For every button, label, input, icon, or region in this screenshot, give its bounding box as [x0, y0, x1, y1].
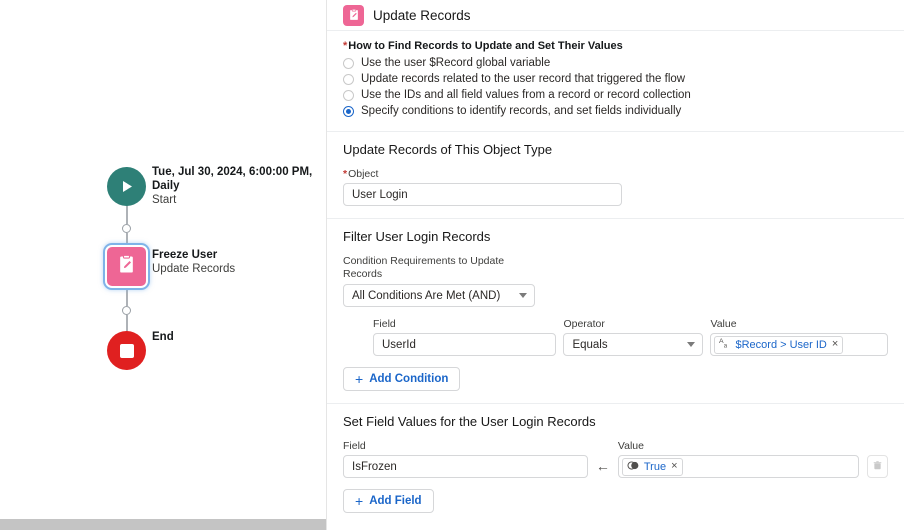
text-type-icon: A a: [719, 337, 731, 352]
required-indicator: *: [343, 40, 348, 52]
radio-option-label: Specify conditions to identify records, …: [361, 105, 682, 117]
object-field-label: *Object: [343, 168, 888, 180]
condition-value-pill[interactable]: A a $Record > User ID ×: [714, 335, 844, 354]
panel-header: Update Records: [327, 0, 904, 31]
radio-option-ids-and-field-values[interactable]: Use the IDs and all field values from a …: [343, 87, 888, 103]
plus-icon: +: [355, 371, 364, 387]
filter-records-section: Filter User Login Records Condition Requ…: [327, 219, 904, 404]
svg-text:a: a: [724, 343, 728, 349]
condition-operator-label: Operator: [563, 318, 605, 330]
condition-row: Field UserId Operator Equals Value A a $…: [343, 318, 888, 356]
set-field-value: IsFrozen: [352, 460, 397, 473]
condition-value-label: Value: [710, 318, 737, 330]
how-to-find-records-section: *How to Find Records to Update and Set T…: [327, 31, 904, 132]
set-field-input[interactable]: IsFrozen: [343, 455, 588, 478]
flow-node-start-label: Tue, Jul 30, 2024, 6:00:00 PM, Daily Sta…: [152, 165, 317, 207]
start-node-subtitle: Start: [152, 194, 177, 206]
flow-node-start[interactable]: [107, 167, 146, 206]
object-input-value: User Login: [352, 188, 408, 201]
boolean-type-icon: [627, 460, 640, 474]
play-icon: [118, 178, 135, 195]
radio-icon: [343, 73, 354, 85]
radio-icon: [343, 57, 354, 69]
update-records-icon: [115, 253, 138, 281]
radio-option-specify-conditions[interactable]: Specify conditions to identify records, …: [343, 103, 888, 119]
radio-icon-selected: [343, 105, 354, 117]
panel-title: Update Records: [373, 7, 471, 23]
set-field-column: Field IsFrozen: [343, 440, 588, 478]
condition-requirements-select[interactable]: All Conditions Are Met (AND): [343, 284, 535, 307]
condition-field-value: UserId: [382, 338, 416, 351]
update-node-subtitle: Update Records: [152, 263, 236, 275]
update-node-title: Freeze User: [152, 249, 218, 261]
flow-node-update-records-label: Freeze User Update Records: [152, 248, 312, 276]
set-field-label: Field: [343, 440, 366, 452]
object-field-label-text: Object: [348, 168, 379, 180]
connector-add-node-button-1[interactable]: [122, 224, 131, 233]
flow-canvas[interactable]: Tue, Jul 30, 2024, 6:00:00 PM, Daily Sta…: [0, 0, 326, 530]
condition-operator-select[interactable]: Equals: [563, 333, 704, 356]
flow-node-end-label: End: [152, 330, 272, 344]
set-value-pill[interactable]: True ×: [621, 457, 683, 476]
required-indicator: *: [343, 168, 348, 180]
condition-operator-value: Equals: [572, 338, 608, 351]
object-input[interactable]: User Login: [343, 183, 622, 206]
condition-operator-column: Operator Equals: [563, 318, 704, 356]
condition-field-input[interactable]: UserId: [373, 333, 557, 356]
flow-node-end[interactable]: [107, 331, 146, 370]
object-type-section: Update Records of This Object Type *Obje…: [327, 132, 904, 219]
connector-line-segment-1: [126, 233, 128, 245]
radio-option-label: Use the IDs and all field values from a …: [361, 89, 691, 101]
radio-icon: [343, 89, 354, 101]
condition-value-pill-text: $Record > User ID: [735, 338, 827, 351]
condition-value-input[interactable]: A a $Record > User ID ×: [710, 333, 888, 356]
stop-icon: [119, 343, 134, 358]
condition-field-column: Field UserId: [373, 318, 557, 356]
connector-add-node-button-2[interactable]: [122, 306, 131, 315]
set-value-column: Value True ×: [617, 440, 859, 478]
canvas-horizontal-scrollbar[interactable]: [0, 519, 326, 530]
radio-option-label: Use the user $Record global variable: [361, 57, 551, 69]
close-icon[interactable]: ×: [832, 339, 838, 350]
object-section-title: Update Records of This Object Type: [343, 142, 553, 157]
condition-value-column: Value A a $Record > User ID ×: [710, 318, 888, 356]
add-condition-label: Add Condition: [369, 373, 449, 385]
set-field-values-section: Set Field Values for the User Login Reco…: [327, 404, 904, 525]
add-field-label: Add Field: [369, 495, 422, 507]
filter-section-title: Filter User Login Records: [343, 229, 491, 244]
arrow-left-icon: ←: [595, 458, 610, 474]
set-value-label: Value: [617, 440, 644, 452]
chevron-down-icon: [687, 342, 696, 347]
add-condition-button[interactable]: + Add Condition: [343, 367, 461, 391]
radio-option-related-records[interactable]: Update records related to the user recor…: [343, 71, 888, 87]
connector-line-segment-2: [126, 315, 128, 331]
how-to-find-radio-group[interactable]: Use the user $Record global variable Upd…: [343, 55, 888, 119]
how-to-find-legend-text: How to Find Records to Update and Set Th…: [348, 40, 623, 52]
set-field-row: Field IsFrozen ← Value True ×: [343, 440, 888, 478]
close-icon[interactable]: ×: [671, 461, 677, 472]
element-detail-panel: Update Records *How to Find Records to U…: [326, 0, 904, 530]
update-records-icon: [343, 4, 364, 26]
connector-line-update-to-end: [126, 288, 128, 306]
trash-icon: [872, 458, 883, 476]
plus-icon: +: [355, 493, 364, 509]
delete-field-button[interactable]: [867, 455, 888, 478]
chevron-down-icon: [519, 293, 527, 298]
how-to-find-legend: *How to Find Records to Update and Set T…: [343, 40, 888, 52]
connector-line-start-to-update: [126, 206, 128, 224]
add-field-button[interactable]: + Add Field: [343, 489, 434, 513]
end-node-title: End: [152, 331, 174, 343]
radio-option-label: Update records related to the user recor…: [361, 73, 686, 85]
radio-option-record-global-variable[interactable]: Use the user $Record global variable: [343, 55, 888, 71]
condition-requirements-value: All Conditions Are Met (AND): [352, 289, 501, 302]
set-value-input[interactable]: True ×: [617, 455, 859, 478]
flow-node-update-records[interactable]: [105, 245, 148, 288]
start-node-title: Tue, Jul 30, 2024, 6:00:00 PM, Daily: [152, 166, 313, 192]
flow-builder-screen: Tue, Jul 30, 2024, 6:00:00 PM, Daily Sta…: [0, 0, 904, 530]
set-value-pill-text: True: [643, 460, 667, 473]
condition-field-label: Field: [373, 318, 396, 330]
set-fields-title: Set Field Values for the User Login Reco…: [343, 414, 596, 429]
condition-requirements-label: Condition Requirements to Update Records: [343, 255, 505, 280]
